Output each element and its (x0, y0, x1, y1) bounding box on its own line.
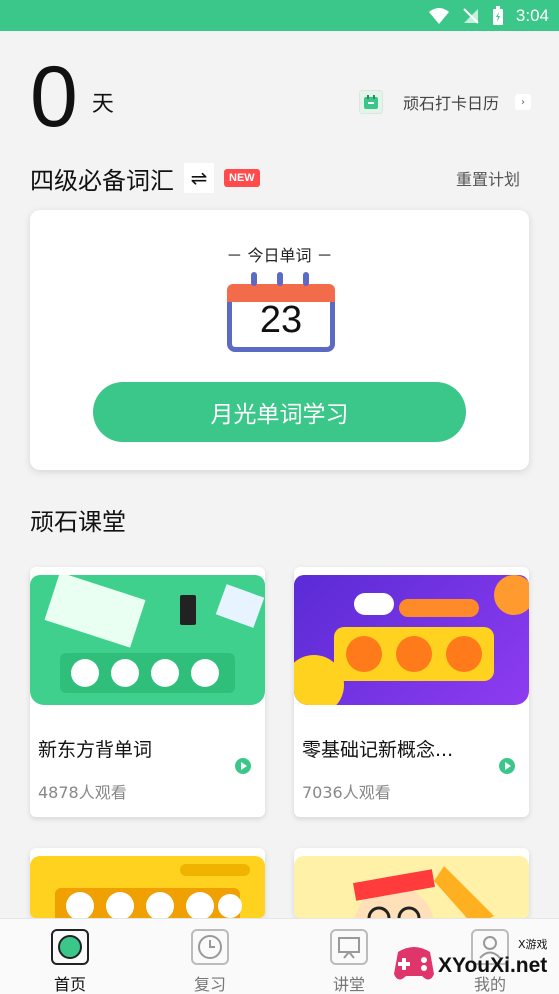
new-badge: NEW (224, 169, 260, 187)
calendar-icon (358, 90, 383, 114)
course-card[interactable] (294, 848, 529, 918)
course-banner-image (294, 575, 529, 705)
status-bar: 3:04 (0, 0, 559, 31)
course-banner-image (294, 856, 529, 918)
streak-counter: 0 天 (30, 52, 114, 142)
status-icons: 3:04 (428, 5, 549, 27)
checkin-calendar-link[interactable]: 顽石打卡日历 › (358, 88, 531, 116)
watermark-sub: X游戏 (518, 938, 548, 951)
today-words-label: － 今日单词 － (226, 246, 333, 265)
watermark-brand: XYouXi.net (438, 954, 548, 977)
course-views: 7036人观看 (302, 783, 391, 802)
home-icon (51, 929, 89, 965)
tab-review[interactable]: 复习 (160, 919, 260, 994)
course-banner-image (30, 575, 265, 705)
course-card[interactable] (30, 848, 265, 918)
today-words-card: － 今日单词 － 23 月光单词学习 (30, 210, 529, 470)
course-card[interactable]: 新东方背单词 4878人观看 (30, 567, 265, 817)
wordbook-header: 四级必备词汇 ⇌ NEW 重置计划 (30, 160, 520, 196)
swap-icon[interactable]: ⇌ (184, 163, 214, 193)
tab-lecture[interactable]: 讲堂 (299, 919, 399, 994)
wordbook-title[interactable]: 四级必备词汇 (30, 161, 174, 196)
study-button[interactable]: 月光单词学习 (93, 382, 466, 442)
course-card[interactable]: 零基础记新概念... 7036人观看 (294, 567, 529, 817)
clock-icon (191, 929, 229, 965)
tab-lecture-label: 讲堂 (332, 975, 365, 994)
play-icon[interactable] (235, 758, 251, 774)
tab-review-label: 复习 (193, 975, 226, 994)
course-title: 新东方背单词 (38, 739, 153, 761)
calendar-badge-icon: 23 (227, 272, 335, 352)
streak-days: 0 (30, 49, 78, 145)
course-views: 4878人观看 (38, 783, 127, 802)
gamepad-icon (394, 947, 434, 980)
reset-plan-button[interactable]: 重置计划 (456, 166, 520, 190)
tab-home-label: 首页 (53, 975, 86, 994)
play-icon[interactable] (499, 758, 515, 774)
today-word-count: 23 (259, 299, 303, 341)
chevron-right-icon: › (515, 94, 531, 110)
no-signal-icon (463, 8, 479, 24)
status-time: 3:04 (515, 6, 549, 25)
watermark-logo: X游戏 XYouXi.net (390, 932, 559, 994)
section-title: 顽石课堂 (30, 508, 126, 536)
checkin-label: 顽石打卡日历 (402, 94, 499, 113)
course-banner-image (30, 856, 265, 918)
wifi-icon (428, 8, 449, 24)
presentation-icon (330, 929, 368, 965)
streak-unit: 天 (91, 92, 114, 117)
tab-home[interactable]: 首页 (20, 919, 120, 994)
course-title: 零基础记新概念... (302, 739, 454, 761)
battery-icon (492, 6, 503, 25)
